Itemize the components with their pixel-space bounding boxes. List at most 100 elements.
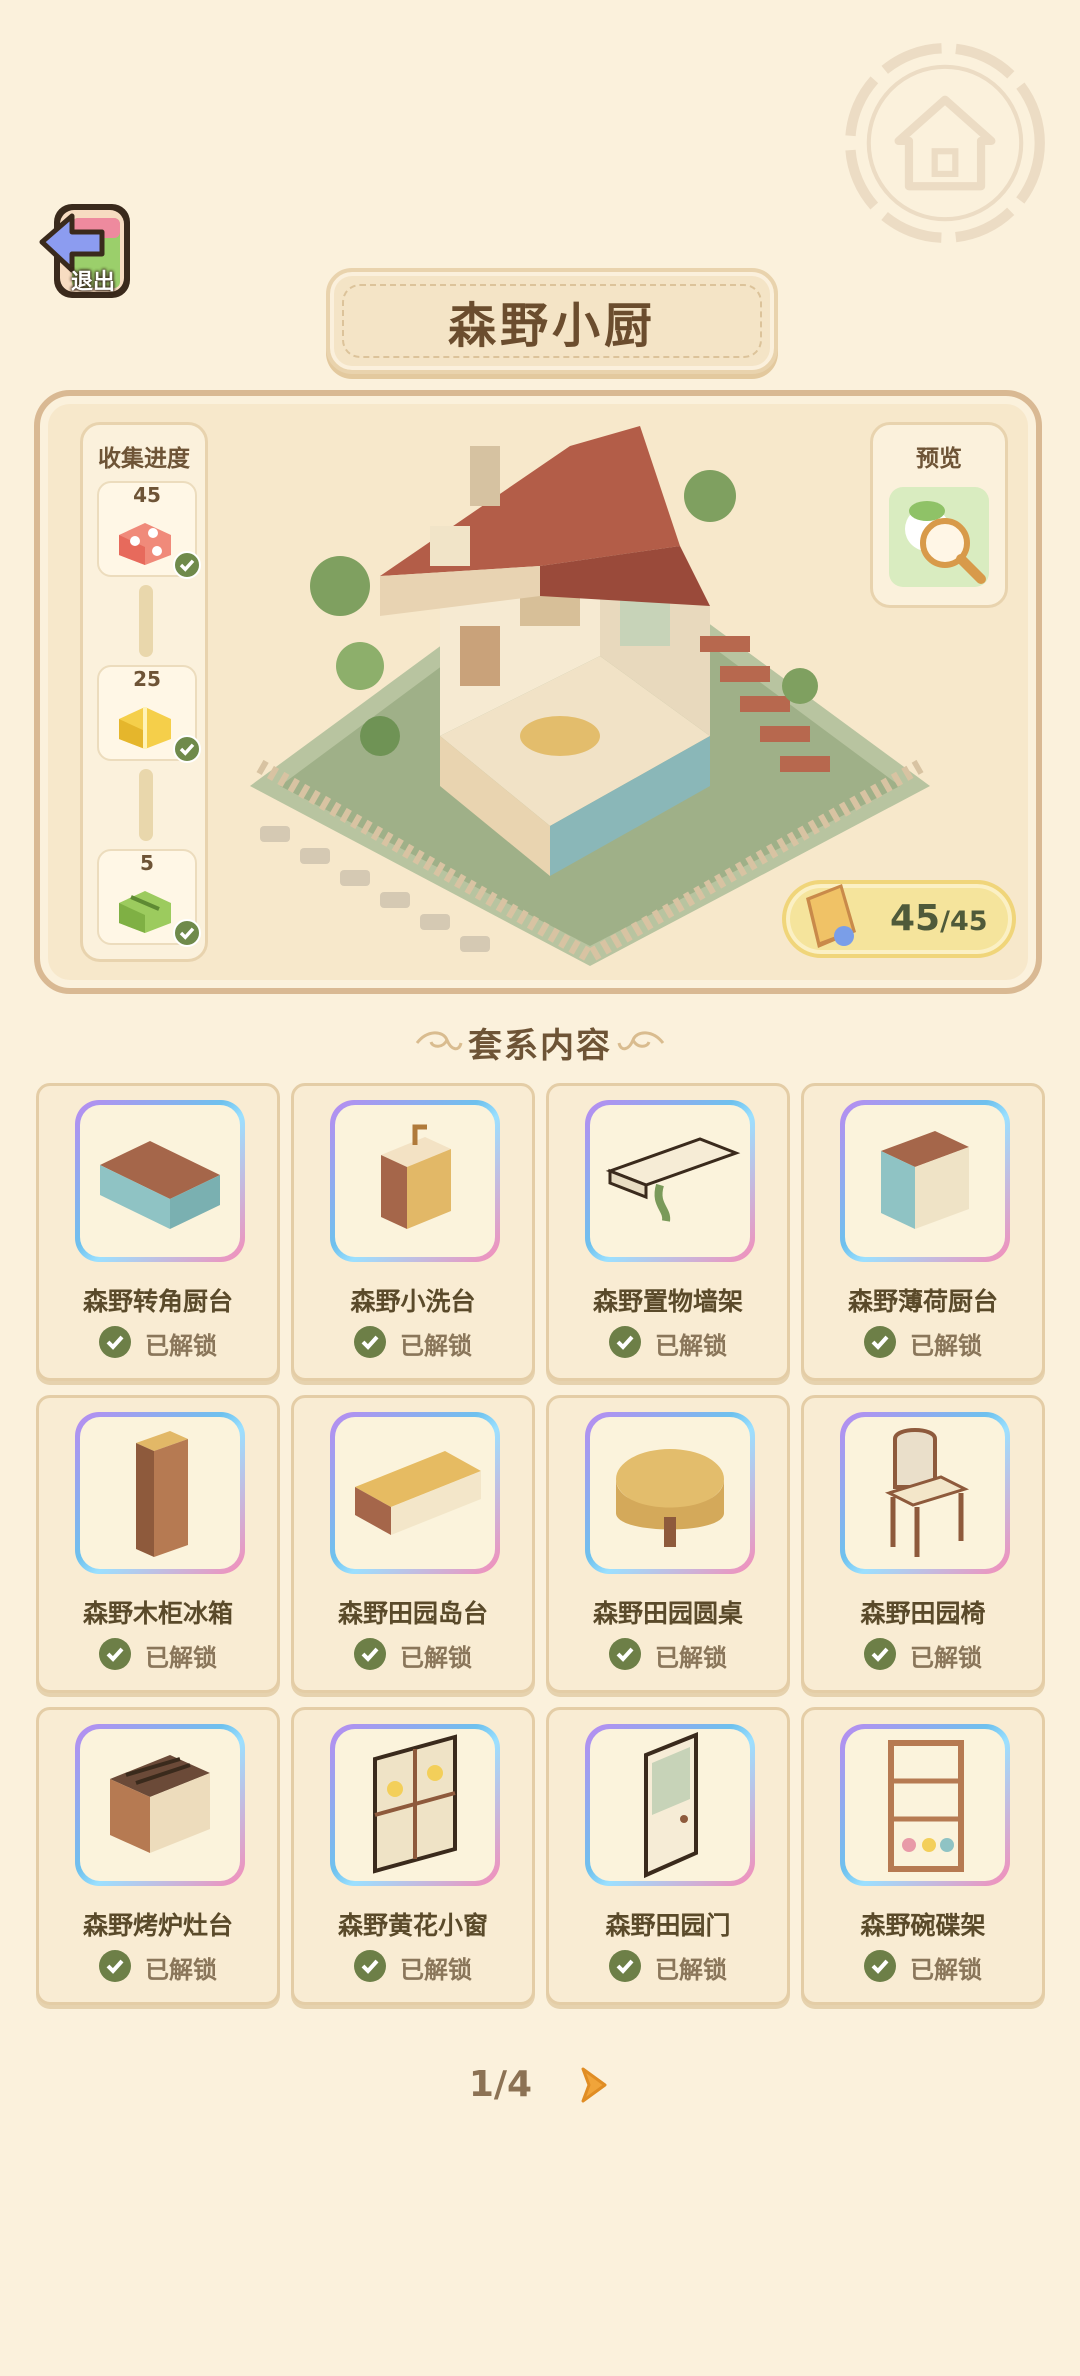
item-thumbnail (75, 1100, 245, 1262)
item-status-text: 已解锁 (655, 1332, 727, 1360)
item-name: 森野田园圆桌 (592, 1599, 743, 1628)
fridge-icon (136, 1431, 188, 1557)
unlocked-check-icon (609, 1325, 641, 1358)
item-status: 已解锁 (39, 1325, 277, 1361)
progress-connector (139, 769, 153, 841)
item-name: 森野薄荷厨台 (847, 1287, 998, 1316)
total-denominator: /45 (940, 906, 988, 937)
item-card[interactable]: 森野田园圆桌 已解锁 (546, 1395, 790, 1693)
item-thumbnail (840, 1100, 1010, 1262)
exit-label: 退出 (70, 270, 115, 295)
item-status: 已解锁 (804, 1949, 1042, 1985)
preview-button[interactable]: 预览 (870, 422, 1008, 608)
item-name: 森野转角厨台 (82, 1287, 233, 1316)
item-name: 森野小洗台 (350, 1287, 476, 1316)
tier-count: 25 (133, 667, 161, 691)
item-status-text: 已解锁 (910, 1332, 982, 1360)
claimed-check-icon (173, 735, 201, 763)
item-name: 森野黄花小窗 (337, 1911, 488, 1940)
green-gift-icon (119, 891, 171, 933)
item-card[interactable]: 森野转角厨台 已解锁 (36, 1083, 280, 1381)
progress-title: 收集进度 (98, 446, 190, 472)
tier-count: 45 (133, 483, 161, 507)
item-status: 已解锁 (294, 1637, 532, 1673)
item-thumbnail (585, 1412, 755, 1574)
item-status-text: 已解锁 (910, 1956, 982, 1984)
item-status: 已解锁 (39, 1637, 277, 1673)
item-thumbnail (585, 1100, 755, 1262)
unlocked-check-icon (99, 1637, 131, 1670)
book-icon (806, 884, 856, 948)
item-status-text: 已解锁 (145, 1644, 217, 1672)
claimed-check-icon (173, 551, 201, 579)
item-thumbnail (585, 1724, 755, 1886)
title-plate: 森野小厨 (326, 268, 778, 374)
next-page-icon[interactable] (577, 2065, 611, 2105)
unlocked-check-icon (864, 1325, 896, 1358)
reward-tier-5[interactable]: 5 (97, 849, 201, 947)
claimed-check-icon (173, 919, 201, 947)
wall-shelf-icon (605, 1137, 741, 1222)
item-thumbnail (840, 1724, 1010, 1886)
reward-tier-45[interactable]: 45 (97, 481, 201, 579)
red-gift-icon (119, 523, 171, 565)
total-collected: 45 (890, 898, 941, 939)
window-icon (373, 1734, 457, 1874)
item-card[interactable]: 森野田园门 已解锁 (546, 1707, 790, 2005)
item-status: 已解锁 (294, 1949, 532, 1985)
unlocked-check-icon (609, 1949, 641, 1982)
yellow-gift-icon (119, 707, 171, 749)
section-header: 套系内容 (0, 1018, 1080, 1068)
item-status: 已解锁 (549, 1325, 787, 1361)
item-card[interactable]: 森野烤炉灶台 已解锁 (36, 1707, 280, 2005)
item-status-text: 已解锁 (655, 1956, 727, 1984)
unlocked-check-icon (864, 1949, 896, 1982)
unlocked-check-icon (609, 1637, 641, 1670)
collection-progress: 收集进度 45 25 5 (80, 422, 208, 962)
item-thumbnail (840, 1412, 1010, 1574)
item-card[interactable]: 森野小洗台 已解锁 (291, 1083, 535, 1381)
item-card[interactable]: 森野田园岛台 已解锁 (291, 1395, 535, 1693)
unlocked-check-icon (864, 1637, 896, 1670)
item-name: 森野田园椅 (860, 1599, 986, 1628)
round-table-icon (616, 1449, 724, 1547)
collection-total-badge: 45/45 (782, 880, 1016, 958)
unlocked-check-icon (354, 1325, 386, 1358)
item-thumbnail (75, 1412, 245, 1574)
unlocked-check-icon (354, 1637, 386, 1670)
flourish-left-icon (415, 1030, 463, 1050)
item-status: 已解锁 (804, 1637, 1042, 1673)
item-status-text: 已解锁 (400, 1332, 472, 1360)
stove-icon (110, 1755, 210, 1853)
item-card[interactable]: 森野置物墙架 已解锁 (546, 1083, 790, 1381)
item-name: 森野木柜冰箱 (82, 1599, 233, 1628)
item-status-text: 已解锁 (145, 1332, 217, 1360)
reward-tier-25[interactable]: 25 (97, 665, 201, 763)
chair-icon (884, 1428, 970, 1557)
item-card[interactable]: 森野碗碟架 已解锁 (801, 1707, 1045, 2005)
item-name: 森野烤炉灶台 (82, 1911, 233, 1940)
item-status-text: 已解锁 (400, 1956, 472, 1984)
item-name: 森野置物墙架 (592, 1287, 743, 1316)
house-stamp-icon (845, 43, 1045, 243)
scene-panel: 收集进度 45 25 5 预览 45/45 (34, 390, 1042, 994)
item-card[interactable]: 森野木柜冰箱 已解锁 (36, 1395, 280, 1693)
small-sink-icon (381, 1124, 451, 1229)
item-name: 森野碗碟架 (860, 1911, 986, 1940)
item-card[interactable]: 森野黄花小窗 已解锁 (291, 1707, 535, 2005)
item-status-text: 已解锁 (910, 1644, 982, 1672)
progress-connector (139, 585, 153, 657)
unlocked-check-icon (99, 1949, 131, 1982)
door-icon (644, 1732, 698, 1879)
exit-button[interactable]: 退出 (36, 190, 148, 310)
page-title: 森野小厨 (447, 298, 656, 354)
section-title: 套系内容 (468, 1026, 612, 1066)
item-thumbnail (75, 1724, 245, 1886)
item-card[interactable]: 森野田园椅 已解锁 (801, 1395, 1045, 1693)
item-status-text: 已解锁 (655, 1644, 727, 1672)
item-status-text: 已解锁 (145, 1956, 217, 1984)
preview-label: 预览 (916, 446, 962, 472)
item-status-text: 已解锁 (400, 1644, 472, 1672)
item-name: 森野田园岛台 (337, 1599, 488, 1628)
item-card[interactable]: 森野薄荷厨台 已解锁 (801, 1083, 1045, 1381)
